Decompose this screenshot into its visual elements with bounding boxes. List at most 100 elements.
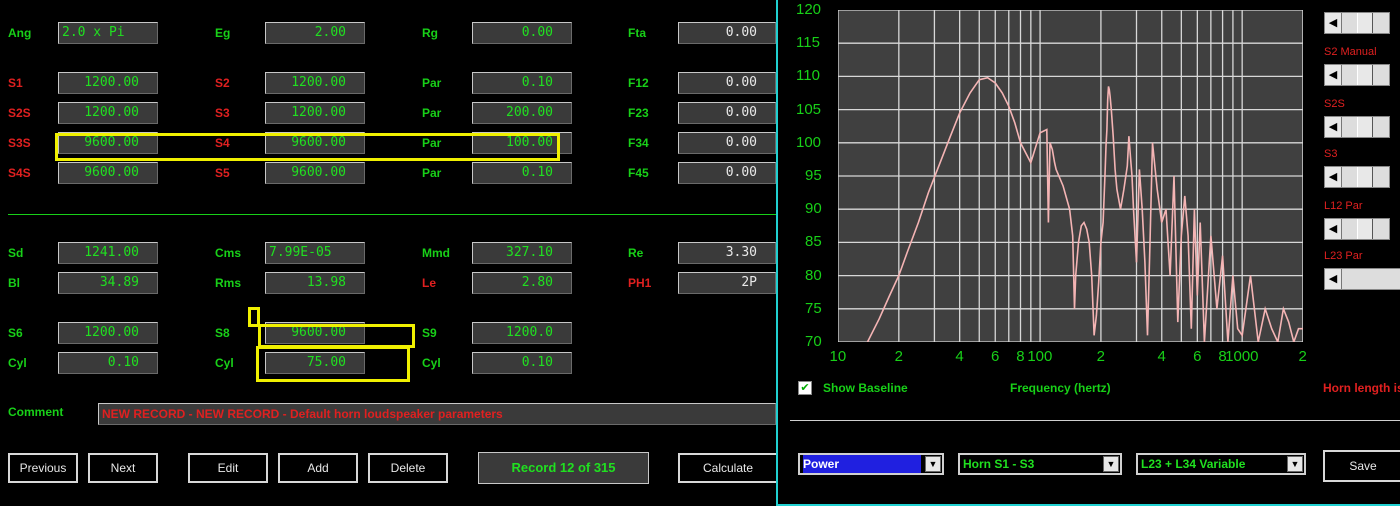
param-label: PH1	[628, 276, 652, 290]
y-tick-label: 95	[805, 167, 822, 184]
slider-thumb[interactable]	[1357, 219, 1373, 239]
param-label: S4	[215, 136, 230, 150]
param-field[interactable]: 1241.00	[58, 242, 158, 264]
chevron-left-icon[interactable]: ◀	[1325, 269, 1342, 289]
add-button[interactable]: Add	[278, 453, 358, 483]
param-label: Par	[422, 106, 442, 120]
param-field[interactable]: 1200.00	[265, 72, 365, 94]
param-field[interactable]: 100.00	[472, 132, 572, 154]
highlight-box-small	[248, 307, 260, 327]
param-label: Ang	[8, 26, 32, 40]
param-label: Rms	[215, 276, 242, 290]
y-tick-label: 90	[805, 200, 822, 218]
param-field[interactable]: 9600.00	[265, 132, 365, 154]
param-field[interactable]: 2.00	[265, 22, 365, 44]
chevron-left-icon[interactable]: ◀	[1325, 117, 1342, 137]
param-label: Rg	[422, 26, 438, 40]
chevron-down-icon[interactable]: ▼	[925, 456, 941, 472]
param-field[interactable]: 0.10	[472, 352, 572, 374]
param-field[interactable]: 1200.00	[265, 102, 365, 124]
param-field[interactable]: 9600.00	[265, 322, 365, 344]
param-field[interactable]: 0.00	[678, 102, 776, 124]
param-label: F12	[628, 76, 649, 90]
param-field[interactable]: 34.89	[58, 272, 158, 294]
param-field[interactable]: 0.00	[678, 162, 776, 184]
param-label: Par	[422, 136, 442, 150]
param-field[interactable]: 1200.0	[472, 322, 572, 344]
parameter-slider[interactable]: ◀	[1324, 116, 1390, 138]
parameter-slider[interactable]: ◀	[1324, 268, 1400, 290]
x-tick-label: 10	[829, 348, 847, 365]
param-label: F23	[628, 106, 649, 120]
param-field[interactable]: 2P	[678, 272, 776, 294]
slider-thumb[interactable]	[1357, 65, 1373, 85]
param-label: S6	[8, 326, 23, 340]
mode-select-value: L23 + L34 Variable	[1141, 457, 1246, 471]
calculate-button[interactable]: Calculate	[678, 453, 778, 483]
param-field[interactable]: 3.30	[678, 242, 776, 264]
param-field[interactable]: 9600.00	[265, 162, 365, 184]
param-field[interactable]: 2.0 x Pi	[58, 22, 158, 44]
param-label: S1	[8, 76, 23, 90]
y-tick-label: 70	[805, 333, 822, 350]
param-label: Mmd	[422, 246, 450, 260]
mode-select[interactable]: L23 + L34 Variable ▼	[1136, 453, 1306, 475]
x-tick-label: 6	[991, 348, 1000, 365]
previous-button[interactable]: Previous	[8, 453, 78, 483]
delete-button[interactable]: Delete	[368, 453, 448, 483]
parameter-slider[interactable]: ◀	[1324, 218, 1390, 240]
param-field[interactable]: 0.00	[678, 132, 776, 154]
section-divider	[8, 214, 776, 215]
chevron-left-icon[interactable]: ◀	[1325, 219, 1342, 239]
parameter-slider[interactable]: ◀	[1324, 12, 1390, 34]
checkmark-icon: ✔	[800, 382, 810, 394]
x-tick-label: 100	[1027, 348, 1053, 365]
param-field[interactable]: 200.00	[472, 102, 572, 124]
y-tick-label: 110	[796, 67, 820, 85]
param-field[interactable]: 9600.00	[58, 132, 158, 154]
chevron-down-icon[interactable]: ▼	[1103, 456, 1119, 472]
chevron-left-icon[interactable]: ◀	[1325, 167, 1342, 187]
show-baseline-checkbox[interactable]: ✔	[798, 381, 812, 395]
param-label: Cyl	[215, 356, 234, 370]
save-button[interactable]: Save	[1323, 450, 1400, 482]
slider-thumb[interactable]	[1357, 117, 1373, 137]
comment-label: Comment	[8, 405, 64, 419]
param-label: S2S	[8, 106, 31, 120]
param-label: Bl	[8, 276, 20, 290]
slider-thumb[interactable]	[1357, 13, 1373, 33]
param-field[interactable]: 1200.00	[58, 102, 158, 124]
param-field[interactable]: 0.10	[58, 352, 158, 374]
show-baseline-label: Show Baseline	[823, 381, 908, 395]
chevron-down-icon[interactable]: ▼	[1287, 456, 1303, 472]
chevron-left-icon[interactable]: ◀	[1325, 13, 1342, 33]
param-field[interactable]: 9600.00	[58, 162, 158, 184]
param-field[interactable]: 1200.00	[58, 322, 158, 344]
param-field[interactable]: 2.80	[472, 272, 572, 294]
param-label: Cyl	[8, 356, 27, 370]
slider-thumb[interactable]	[1357, 167, 1373, 187]
chart-window: 120 115 110 105 100 95 90 85 80 75 70 10 2 4 6 8 100 2 4 6…	[776, 0, 1400, 506]
param-field[interactable]: 0.10	[472, 72, 572, 94]
x-axis-label: Frequency (hertz)	[1010, 381, 1111, 395]
param-field[interactable]: 0.00	[472, 22, 572, 44]
edit-button[interactable]: Edit	[188, 453, 268, 483]
comment-field[interactable]: NEW RECORD - NEW RECORD - Default horn l…	[98, 403, 776, 425]
param-field[interactable]: 0.00	[678, 72, 776, 94]
param-field[interactable]: 0.10	[472, 162, 572, 184]
param-field[interactable]: 13.98	[265, 272, 365, 294]
param-label: Par	[422, 76, 442, 90]
chevron-left-icon[interactable]: ◀	[1325, 65, 1342, 85]
parameter-slider[interactable]: ◀	[1324, 166, 1390, 188]
plot-type-select[interactable]: Power ▼	[798, 453, 944, 475]
param-field[interactable]: 1200.00	[58, 72, 158, 94]
param-field[interactable]: 7.99E-05	[265, 242, 365, 264]
param-field[interactable]: 0.00	[678, 22, 776, 44]
param-label: Sd	[8, 246, 24, 260]
horn-select-value: Horn S1 - S3	[963, 457, 1035, 471]
param-field[interactable]: 75.00	[265, 352, 365, 374]
next-button[interactable]: Next	[88, 453, 158, 483]
parameter-slider[interactable]: ◀	[1324, 64, 1390, 86]
horn-select[interactable]: Horn S1 - S3 ▼	[958, 453, 1122, 475]
param-field[interactable]: 327.10	[472, 242, 572, 264]
